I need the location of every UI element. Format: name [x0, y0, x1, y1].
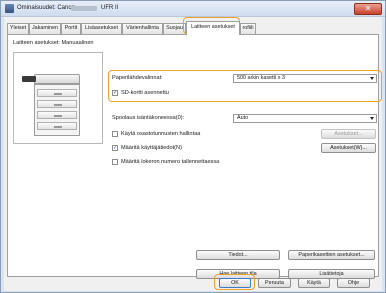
- chevron-down-icon: [370, 117, 374, 120]
- title-bar[interactable]: Ominaisuudet: Canon UFR II ✕: [1, 1, 385, 17]
- printer-top-image: [34, 74, 80, 84]
- tab-color-management[interactable]: Värienhallinta: [122, 23, 163, 34]
- ok-button[interactable]: OK: [219, 278, 251, 288]
- tab-device-settings[interactable]: Laitteen asetukset: [186, 21, 240, 35]
- sd-card-label: SD-kortti asennettu: [121, 90, 169, 96]
- tab-security[interactable]: Suojau: [163, 23, 186, 34]
- paper-source-dropdown[interactable]: 500 arkin kasetti x 3: [233, 74, 377, 83]
- dept-id-label: Käytä osastotunnusten hallintaa: [121, 131, 201, 137]
- chevron-down-icon: [370, 77, 374, 80]
- printer-drawer-image: [37, 122, 77, 130]
- checkmark-icon: ✓: [113, 90, 118, 96]
- dept-id-checkbox[interactable]: [112, 131, 118, 137]
- help-button[interactable]: Ohje: [337, 278, 370, 288]
- user-info-label: Määritä käyttäjätiedot(N): [121, 145, 182, 151]
- tab-ports[interactable]: Portit: [61, 23, 81, 34]
- close-button[interactable]: ✕: [354, 3, 382, 15]
- printer-drawer-image: [37, 100, 77, 108]
- spool-value: Auto: [237, 115, 249, 121]
- tab-general[interactable]: Yleiset: [7, 23, 29, 34]
- printer-app-icon: [5, 4, 14, 13]
- user-settings-button[interactable]: Asetukset(W)...: [321, 143, 376, 153]
- tab-sharing[interactable]: Jakaminen: [29, 23, 61, 34]
- printer-preview: [13, 52, 103, 144]
- tab-profile[interactable]: rofiili: [240, 23, 256, 34]
- panel-header: Laitteen asetukset: Manuaalinen: [13, 40, 94, 46]
- printer-body-image: [34, 84, 80, 136]
- device-settings-panel: Laitteen asetukset: Manuaalinen Paperilä…: [7, 34, 382, 279]
- info-button[interactable]: Tiedot...: [196, 250, 280, 260]
- tab-advanced[interactable]: Lisäasetukset: [81, 23, 122, 34]
- tab-strip: Yleiset Jakaminen Portit Lisäasetukset V…: [7, 21, 379, 35]
- close-icon: ✕: [364, 4, 372, 13]
- tray-number-checkbox[interactable]: [112, 159, 118, 165]
- dialog-client-area: Yleiset Jakaminen Portit Lisäasetukset V…: [4, 17, 382, 291]
- spool-dropdown[interactable]: Auto: [233, 114, 377, 123]
- apply-button[interactable]: Käytä: [298, 278, 330, 288]
- printer-drawer-image: [37, 89, 77, 97]
- paper-cassette-settings-button[interactable]: Paperikasettien asetukset...: [288, 250, 375, 260]
- printer-drawer-image: [37, 111, 77, 119]
- user-info-checkbox[interactable]: ✓: [112, 145, 118, 151]
- paper-source-label: Paperilähdevalinnat:: [112, 75, 163, 81]
- redacted-model-name: [71, 6, 97, 11]
- dept-settings-button[interactable]: Asetukset...: [321, 129, 376, 139]
- printer-control-panel-image: [22, 76, 36, 82]
- sd-card-checkbox[interactable]: ✓: [112, 90, 118, 96]
- cancel-button[interactable]: Peruuta: [258, 278, 291, 288]
- window-title: Ominaisuudet: Canon: [17, 5, 76, 11]
- tray-number-label: Määritä lokeron numero tallennettaessa: [121, 159, 220, 165]
- paper-source-value: 500 arkin kasetti x 3: [237, 75, 285, 81]
- properties-window: Ominaisuudet: Canon UFR II ✕ Yleiset Jak…: [0, 0, 386, 293]
- checkmark-icon: ✓: [113, 145, 118, 151]
- window-title-model: UFR II: [101, 5, 119, 11]
- spool-label: Spoolaus isäntäkoneessa(0):: [112, 115, 185, 121]
